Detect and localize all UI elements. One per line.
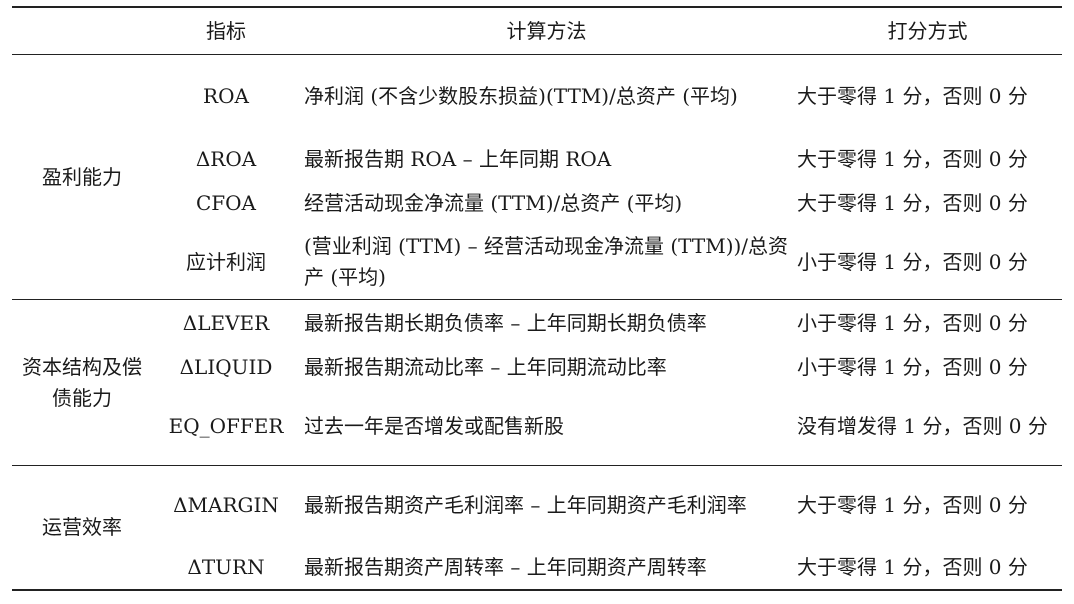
calc-cell: 最新报告期资产周转率 – 上年同期资产周转率: [304, 554, 707, 579]
indicator-cell: ΔLEVER: [182, 311, 270, 336]
header-score: 打分方式: [793, 6, 1062, 55]
table-row: EQ_OFFER 过去一年是否增发或配售新股 没有增发得 1 分，否则 0 分: [12, 388, 1062, 466]
calc-cell: 最新报告期流动比率 – 上年同期流动比率: [304, 355, 667, 379]
table-row: 应计利润 (营业利润 (TTM) – 经营活动现金净流量 (TTM))/总资产 …: [12, 226, 1062, 300]
calc-cell: 最新报告期资产毛利润率 – 上年同期资产毛利润率: [304, 493, 747, 518]
indicator-cell: ΔTURN: [187, 554, 265, 579]
score-cell: 没有增发得 1 分，否则 0 分: [797, 413, 1048, 438]
table-row: 资本结构及偿债能力 ΔLEVER 最新报告期长期负债率 – 上年同期长期负债率 …: [12, 300, 1062, 409]
calc-cell: 经营活动现金净流量 (TTM)/总资产 (平均): [304, 191, 683, 215]
category-cell: 资本结构及偿债能力: [22, 354, 142, 410]
score-cell: 大于零得 1 分，否则 0 分: [797, 493, 1028, 518]
indicator-cell: CFOA: [195, 191, 257, 215]
indicator-cell: ΔLIQUID: [179, 355, 273, 379]
category-cell: 运营效率: [42, 514, 122, 539]
table-row: ΔROA 最新报告期 ROA – 上年同期 ROA 大于零得 1 分，否则 0 …: [12, 138, 1062, 182]
header-category: [12, 6, 152, 55]
document-page: 指标 计算方法 打分方式 盈利能力 ROA 净利润 (不含少数股东损益)(TTM…: [0, 0, 1074, 604]
group-profitability: 盈利能力 ROA 净利润 (不含少数股东损益)(TTM)/总资产 (平均) 大于…: [12, 55, 1062, 300]
score-cell: 大于零得 1 分，否则 0 分: [797, 554, 1028, 579]
score-cell: 小于零得 1 分，否则 0 分: [797, 355, 1028, 379]
header-indicator: 指标: [152, 6, 300, 55]
score-cell: 大于零得 1 分，否则 0 分: [797, 147, 1028, 171]
header-calc: 计算方法: [300, 6, 793, 55]
indicator-cell: ΔMARGIN: [173, 493, 279, 518]
indicator-cell: ROA: [203, 83, 249, 108]
table-row: 盈利能力 ROA 净利润 (不含少数股东损益)(TTM)/总资产 (平均) 大于…: [12, 55, 1062, 189]
table-row: ΔTURN 最新报告期资产周转率 – 上年同期资产周转率 大于零得 1 分，否则…: [12, 546, 1062, 590]
group-capital-structure: 资本结构及偿债能力 ΔLEVER 最新报告期长期负债率 – 上年同期长期负债率 …: [12, 300, 1062, 466]
table-row: 运营效率 ΔMARGIN 最新报告期资产毛利润率 – 上年同期资产毛利润率 大于…: [12, 466, 1062, 546]
indicator-cell: ΔROA: [195, 147, 257, 171]
score-cell: 大于零得 1 分，否则 0 分: [797, 83, 1028, 108]
table-row: CFOA 经营活动现金净流量 (TTM)/总资产 (平均) 大于零得 1 分，否…: [12, 182, 1062, 226]
table-row: ΔLIQUID 最新报告期流动比率 – 上年同期流动比率 小于零得 1 分，否则…: [12, 348, 1062, 388]
score-cell: 小于零得 1 分，否则 0 分: [797, 249, 1028, 274]
table-header: 指标 计算方法 打分方式: [12, 6, 1062, 55]
group-operating-efficiency: 运营效率 ΔMARGIN 最新报告期资产毛利润率 – 上年同期资产毛利润率 大于…: [12, 466, 1062, 590]
scoring-table: 指标 计算方法 打分方式 盈利能力 ROA 净利润 (不含少数股东损益)(TTM…: [12, 6, 1062, 591]
calc-cell: 最新报告期 ROA – 上年同期 ROA: [304, 147, 612, 171]
category-cell: 盈利能力: [42, 164, 122, 189]
calc-cell: (营业利润 (TTM) – 经营活动现金净流量 (TTM))/总资产 (平均): [304, 234, 789, 290]
score-cell: 大于零得 1 分，否则 0 分: [797, 191, 1028, 215]
score-cell: 小于零得 1 分，否则 0 分: [797, 311, 1028, 336]
calc-cell: 净利润 (不含少数股东损益)(TTM)/总资产 (平均): [304, 83, 738, 108]
indicator-cell: 应计利润: [186, 249, 266, 274]
indicator-cell: EQ_OFFER: [168, 413, 284, 438]
calc-cell: 最新报告期长期负债率 – 上年同期长期负债率: [304, 311, 707, 336]
header-row: 指标 计算方法 打分方式: [12, 6, 1062, 55]
calc-cell: 过去一年是否增发或配售新股: [304, 413, 564, 438]
